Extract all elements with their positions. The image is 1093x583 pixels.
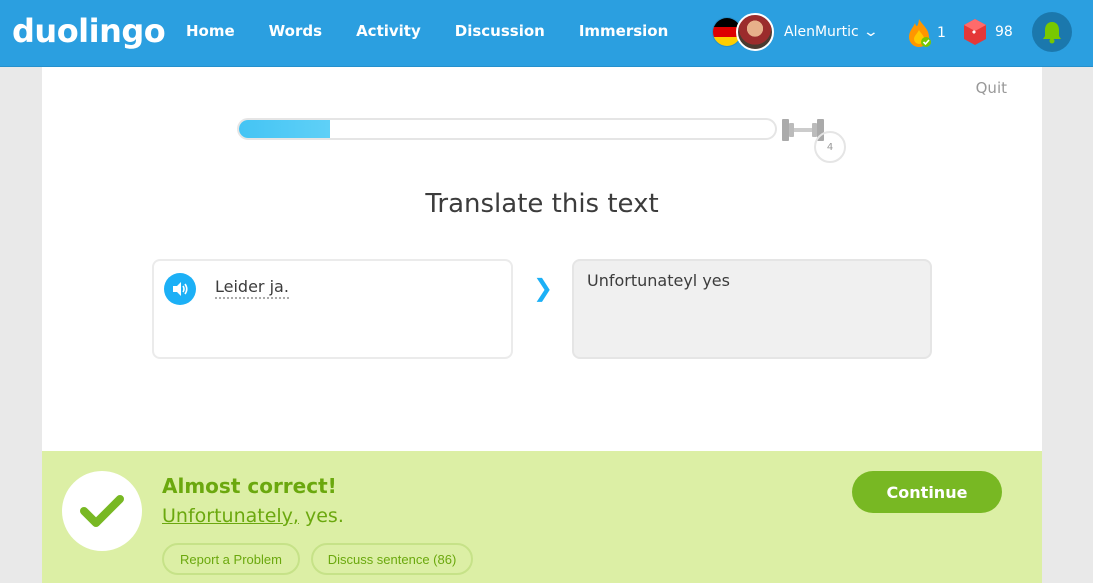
username[interactable]: AlenMurtic	[784, 24, 859, 40]
result-footer: Almost correct! Unfortunately, yes. Repo…	[42, 451, 1042, 583]
source-sentence[interactable]: Leider ja.	[215, 277, 289, 299]
report-problem-button[interactable]: Report a Problem	[162, 543, 300, 575]
source-sentence-card: Leider ja.	[152, 259, 513, 359]
correct-rest: yes.	[298, 505, 344, 527]
streak-count: 1	[937, 25, 946, 41]
correct-word-highlight: Unfortunately,	[162, 505, 299, 527]
quit-link[interactable]: Quit	[976, 79, 1007, 97]
gems-count: 98	[995, 24, 1013, 40]
discuss-sentence-button[interactable]: Discuss sentence (86)	[311, 543, 473, 575]
flame-icon	[909, 19, 931, 47]
streak-counter[interactable]: 1	[905, 18, 946, 48]
nav-words[interactable]: Words	[269, 22, 322, 40]
chevron-down-icon[interactable]: ⌄	[862, 24, 878, 40]
progress-fill	[239, 120, 331, 138]
speaker-icon	[173, 282, 188, 296]
answer-input[interactable]	[572, 259, 932, 359]
checkmark-icon	[80, 495, 124, 527]
gems-counter[interactable]: 98	[963, 18, 1013, 46]
nav-activity[interactable]: Activity	[356, 22, 421, 40]
nav-immersion[interactable]: Immersion	[579, 22, 668, 40]
speaker-button[interactable]	[164, 273, 196, 305]
correct-solution: Unfortunately, yes.	[162, 505, 344, 527]
main-nav: Home Words Activity Discussion Immersion	[186, 22, 702, 40]
challenge-title: Translate this text	[425, 189, 659, 219]
user-menu[interactable]: AlenMurtic ⌄	[712, 13, 879, 51]
lesson-progress-bar	[237, 118, 777, 140]
gem-icon	[964, 19, 986, 45]
nav-discussion[interactable]: Discussion	[455, 22, 545, 40]
result-title: Almost correct!	[162, 474, 337, 498]
duolingo-logo[interactable]: duolingo	[12, 12, 166, 50]
result-badge	[62, 471, 142, 551]
top-navigation-bar: duolingo Home Words Activity Discussion …	[0, 0, 1093, 67]
chevron-right-icon: ❯	[533, 274, 554, 302]
bell-icon	[1043, 22, 1061, 44]
avatar[interactable]	[736, 13, 774, 51]
nav-home[interactable]: Home	[186, 22, 235, 40]
continue-button[interactable]: Continue	[852, 471, 1002, 513]
level-badge: 4	[814, 131, 846, 163]
notifications-button[interactable]	[1032, 12, 1072, 52]
